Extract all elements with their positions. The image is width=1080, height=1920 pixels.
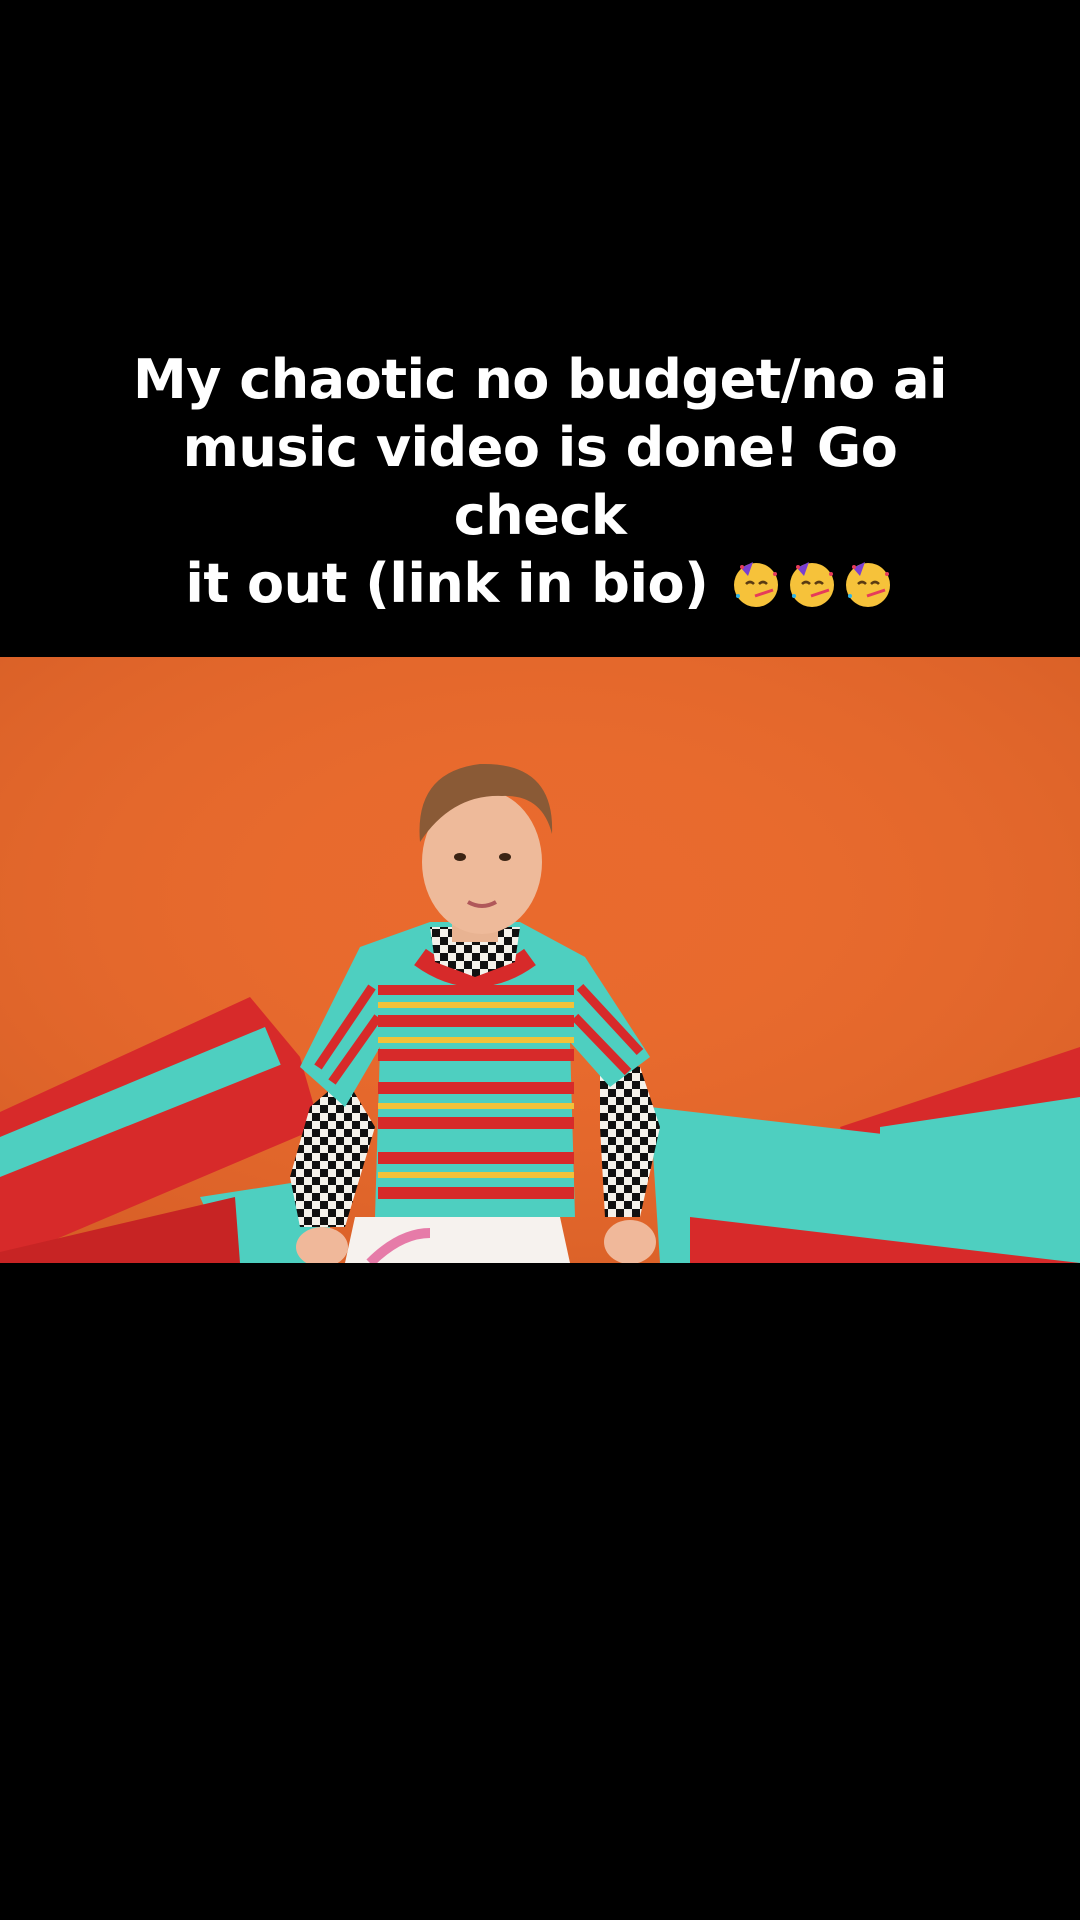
caption-line-1: My chaotic no budget/no ai <box>132 348 948 411</box>
video-frame[interactable] <box>0 657 1080 1263</box>
partying-face-emoji-row <box>727 552 895 615</box>
caption-line-3-text: it out (link in bio) <box>185 552 709 615</box>
left-eye <box>454 853 466 861</box>
partying-face-emoji-icon <box>789 562 834 607</box>
caption-line-2: music video is done! Go check <box>182 416 898 547</box>
caption-line-3: it out (link in bio) <box>100 550 980 618</box>
partying-face-emoji-icon <box>845 562 890 607</box>
video-post-screen[interactable]: My chaotic no budget/no ai music video i… <box>0 0 1080 1920</box>
right-eye <box>499 853 511 861</box>
caption-text: My chaotic no budget/no ai music video i… <box>100 346 980 618</box>
partying-face-emoji-icon <box>733 562 778 607</box>
paper-cutout-scene <box>0 657 1080 1263</box>
right-hand <box>604 1220 656 1263</box>
